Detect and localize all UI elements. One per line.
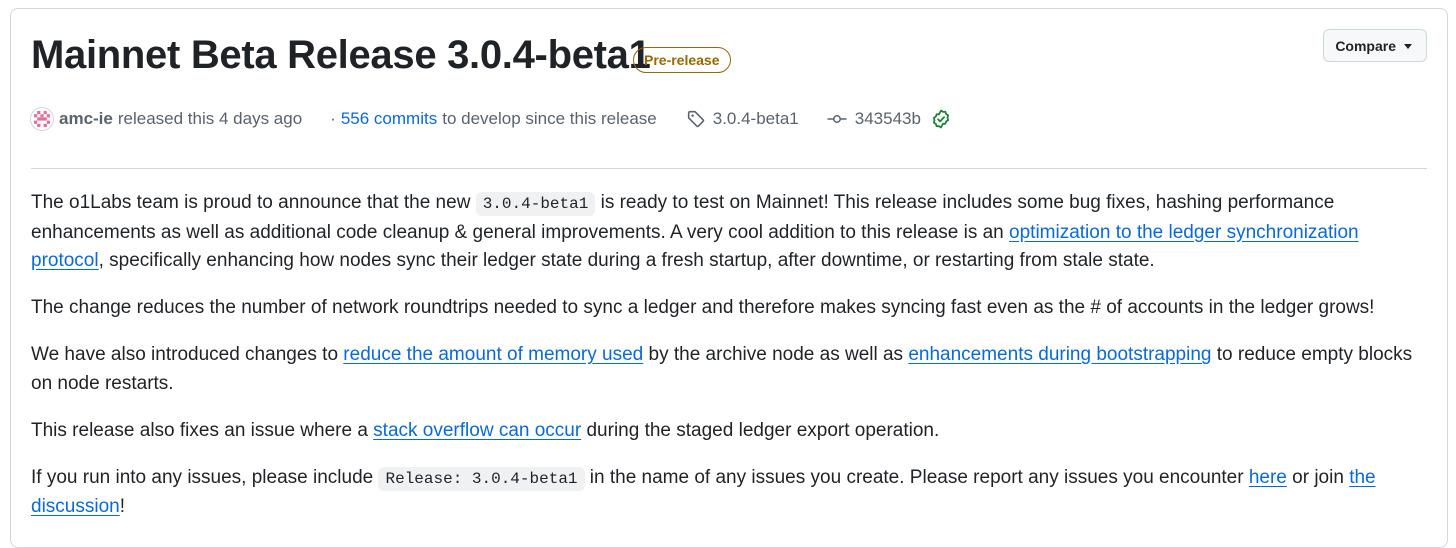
release-notes: The o1Labs team is proud to announce tha…	[31, 189, 1423, 540]
inline-code: 3.0.4-beta1	[475, 192, 596, 216]
text: by the archive node as well as	[643, 344, 909, 365]
notes-paragraph-2: The change reduces the number of network…	[31, 297, 1375, 318]
check-circle-icon[interactable]	[931, 109, 951, 129]
text: If you run into any issues, please inclu…	[31, 466, 379, 488]
text: !	[119, 496, 125, 517]
report-here-link[interactable]: here	[1249, 467, 1287, 488]
compare-button[interactable]: Compare	[1323, 29, 1427, 62]
identicon-avatar[interactable]	[30, 107, 54, 131]
prerelease-badge: Pre-release	[633, 47, 731, 73]
text: This release also fixes an issue where a	[31, 419, 374, 441]
stack-overflow-link[interactable]: stack overflow can occur	[373, 420, 581, 441]
header-divider	[31, 168, 1427, 169]
author-name[interactable]: amc-ie	[59, 109, 113, 129]
text: The o1Labs team is proud to announce tha…	[31, 192, 476, 213]
tag-link[interactable]: 3.0.4-beta1	[713, 109, 799, 129]
released-time: released this 4 days ago	[117, 109, 303, 128]
caret-down-icon	[1404, 44, 1412, 49]
notes-paragraph-3: We have also introduced changes to reduc…	[31, 341, 1423, 398]
release-title[interactable]: Mainnet Beta Release 3.0.4-beta1	[31, 33, 651, 78]
commit-sha-link[interactable]: 343543b	[855, 109, 921, 129]
text: in the name of any issues you create. Pl…	[584, 466, 1249, 488]
commits-suffix: to develop since this release	[442, 109, 657, 128]
git-commit-icon	[827, 110, 847, 128]
notes-paragraph-1: The o1Labs team is proud to announce tha…	[31, 189, 1423, 276]
notes-paragraph-5: If you run into any issues, please inclu…	[31, 464, 1423, 522]
text: , specifically enhancing how nodes sync …	[98, 250, 1155, 271]
meta-separator: ·	[330, 109, 336, 128]
release-card: Mainnet Beta Release 3.0.4-beta1 Pre-rel…	[10, 8, 1448, 548]
text: We have also introduced changes to	[31, 344, 344, 365]
release-meta: amc-ie released this 4 days ago · 556 co…	[30, 105, 951, 133]
text: during the staged ledger export operatio…	[581, 419, 940, 441]
text: or join	[1286, 466, 1350, 488]
bootstrapping-link[interactable]: enhancements during bootstrapping	[908, 344, 1211, 365]
commits-link[interactable]: 556 commits	[341, 109, 437, 129]
memory-link[interactable]: reduce the amount of memory used	[343, 344, 643, 365]
notes-paragraph-4: This release also fixes an issue where a…	[31, 417, 1423, 446]
identicon-graphic	[34, 111, 50, 127]
inline-code: Release: 3.0.4-beta1	[378, 466, 585, 491]
compare-label: Compare	[1335, 37, 1396, 54]
tag-icon	[687, 110, 705, 128]
